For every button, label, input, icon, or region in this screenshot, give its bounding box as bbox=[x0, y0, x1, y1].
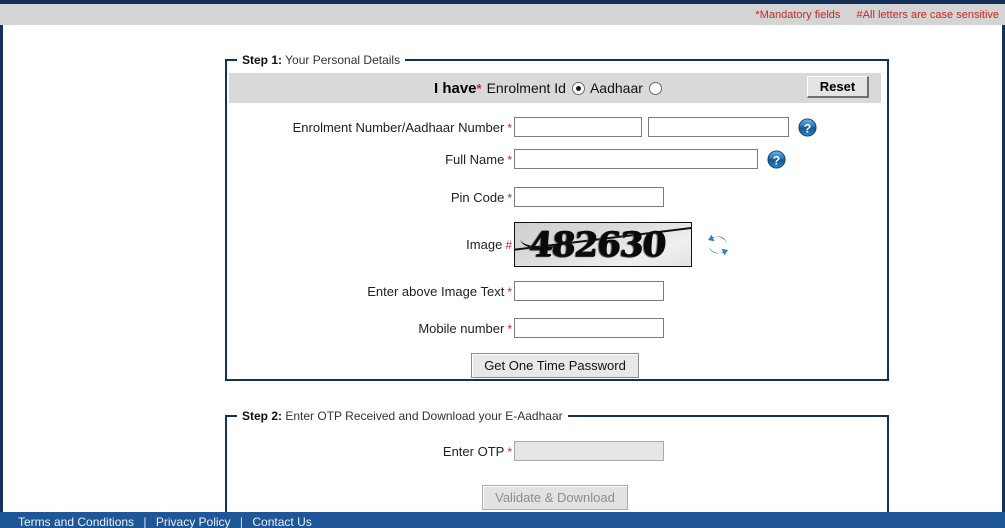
step2-legend: Step 2: Enter OTP Received and Download … bbox=[237, 409, 568, 423]
step2-legend-text: Enter OTP Received and Download your E-A… bbox=[282, 409, 563, 423]
mobile-number-input[interactable] bbox=[514, 318, 664, 338]
enrolment-number-label-text: Enrolment Number/Aadhaar Number bbox=[292, 119, 505, 135]
mobile-number-row: Mobile number * bbox=[227, 318, 883, 338]
enrolment-number-label: Enrolment Number/Aadhaar Number * bbox=[227, 120, 514, 135]
captcha-image-row: Image # 482630 bbox=[227, 222, 883, 267]
step2-legend-label: Step 2: bbox=[242, 409, 283, 423]
otp-label-text: Enter OTP bbox=[442, 443, 505, 459]
terms-and-conditions-link[interactable]: Terms and Conditions bbox=[18, 515, 134, 528]
footer-links: Terms and Conditions | Privacy Policy | … bbox=[18, 515, 312, 528]
image-label-text: Image bbox=[466, 237, 503, 252]
enrolment-number-required-marker: * bbox=[507, 120, 512, 135]
step1-legend-label: Step 1: bbox=[242, 53, 283, 67]
pin-code-required-marker: * bbox=[507, 190, 512, 205]
image-text-label-text: Enter above Image Text bbox=[367, 283, 505, 299]
otp-label: Enter OTP * bbox=[227, 444, 514, 459]
case-sensitive-note: #All letters are case sensitive bbox=[856, 9, 999, 21]
image-text-row: Enter above Image Text * bbox=[227, 281, 883, 301]
mandatory-fields-note: *Mandatory fields bbox=[755, 9, 841, 21]
pin-code-label: Pin Code * bbox=[227, 190, 514, 205]
i-have-required-marker: * bbox=[476, 80, 482, 96]
pin-code-label-text: Pin Code bbox=[450, 189, 505, 205]
mobile-number-label: Mobile number * bbox=[227, 321, 514, 336]
full-name-row: Full Name * ? bbox=[227, 149, 883, 169]
svg-text:?: ? bbox=[804, 121, 812, 135]
mobile-number-required-marker: * bbox=[507, 321, 512, 336]
image-text-required-marker: * bbox=[507, 284, 512, 299]
get-one-time-password-button[interactable]: Get One Time Password bbox=[471, 353, 639, 378]
step1-fieldset: Step 1: Your Personal Details I have * En… bbox=[225, 53, 889, 381]
header-band: *Mandatory fields #All letters are case … bbox=[0, 4, 1005, 26]
step1-legend: Step 1: Your Personal Details bbox=[237, 53, 405, 67]
pin-code-row: Pin Code * bbox=[227, 187, 883, 207]
i-have-label: I have bbox=[434, 79, 477, 97]
svg-text:?: ? bbox=[773, 153, 781, 167]
footer-separator-2: | bbox=[239, 515, 244, 528]
enrolment-number-part2-input[interactable] bbox=[648, 117, 789, 137]
step2-fieldset: Step 2: Enter OTP Received and Download … bbox=[225, 409, 889, 527]
get-otp-row: Get One Time Password bbox=[227, 353, 883, 378]
enrolment-number-part1-input[interactable] bbox=[514, 117, 642, 137]
footer-separator-1: | bbox=[143, 515, 147, 528]
image-case-sensitive-marker: # bbox=[505, 238, 512, 252]
radio-enrolment-id-label: Enrolment Id bbox=[486, 80, 566, 96]
captcha-image: 482630 bbox=[514, 222, 692, 267]
help-icon-enrolment-number[interactable]: ? bbox=[798, 117, 817, 137]
mobile-number-label-text: Mobile number bbox=[418, 320, 505, 336]
legend-notes: *Mandatory fields #All letters are case … bbox=[755, 9, 999, 21]
i-have-bar: I have * Enrolment Id Aadhaar Reset bbox=[229, 73, 881, 103]
image-text-label: Enter above Image Text * bbox=[227, 284, 514, 299]
refresh-icon[interactable] bbox=[706, 234, 730, 256]
enrolment-number-row: Enrolment Number/Aadhaar Number * ? bbox=[227, 117, 883, 137]
privacy-policy-link[interactable]: Privacy Policy bbox=[156, 515, 231, 528]
otp-required-marker: * bbox=[507, 444, 512, 459]
footer-bar: Terms and Conditions | Privacy Policy | … bbox=[0, 512, 1005, 528]
full-name-label: Full Name * bbox=[227, 152, 514, 167]
full-name-label-text: Full Name bbox=[445, 151, 505, 167]
content-frame: Step 1: Your Personal Details I have * En… bbox=[0, 25, 1005, 527]
validate-and-download-button[interactable]: Validate & Download bbox=[482, 485, 628, 510]
full-name-required-marker: * bbox=[507, 152, 512, 167]
image-text-input[interactable] bbox=[514, 281, 664, 301]
image-label: Image # bbox=[227, 237, 514, 252]
captcha-text: 482630 bbox=[527, 225, 667, 265]
help-icon-full-name[interactable]: ? bbox=[767, 149, 786, 169]
validate-row: Validate & Download bbox=[227, 485, 883, 510]
radio-aadhaar-label: Aadhaar bbox=[589, 80, 643, 96]
full-name-input[interactable] bbox=[514, 149, 758, 169]
page-root: *Mandatory fields #All letters are case … bbox=[0, 0, 1005, 528]
contact-us-link[interactable]: Contact Us bbox=[252, 515, 311, 528]
radio-enrolment-id[interactable] bbox=[571, 81, 585, 95]
otp-input[interactable] bbox=[514, 441, 664, 461]
step1-legend-text: Your Personal Details bbox=[282, 53, 401, 67]
reset-button[interactable]: Reset bbox=[807, 76, 869, 98]
pin-code-input[interactable] bbox=[514, 187, 664, 207]
otp-row: Enter OTP * bbox=[227, 441, 883, 461]
radio-aadhaar[interactable] bbox=[648, 81, 662, 95]
